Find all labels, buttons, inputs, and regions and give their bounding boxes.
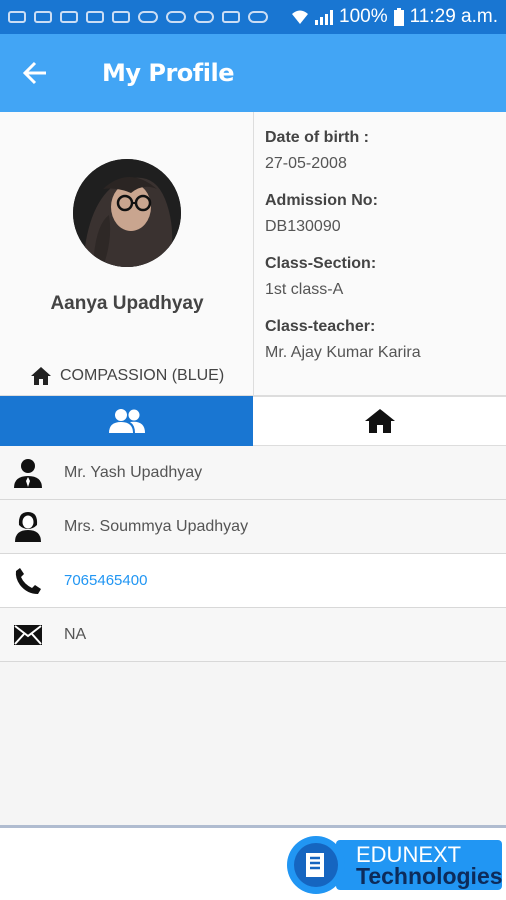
phone-icon xyxy=(15,567,41,594)
signal-icon xyxy=(315,9,334,25)
house-label: COMPASSION (BLUE) xyxy=(30,366,224,386)
admission-label: Admission No: xyxy=(265,192,378,209)
back-arrow-icon xyxy=(22,61,46,85)
wifi-icon xyxy=(292,10,309,24)
home-icon xyxy=(364,409,395,433)
mother-name: Mrs. Soummya Upadhyay xyxy=(64,517,249,535)
father-name: Mr. Yash Upadhyay xyxy=(64,463,203,481)
image-icon xyxy=(60,11,78,23)
list-item: Mr. Yash Upadhyay xyxy=(0,446,506,500)
email-value: NA xyxy=(64,625,87,643)
dob-label: Date of birth : xyxy=(265,129,369,146)
document-icon xyxy=(222,11,240,23)
people-icon xyxy=(108,409,145,433)
bag-icon xyxy=(86,11,104,23)
class-teacher-label: Class-teacher: xyxy=(265,318,376,335)
app-notification-icon xyxy=(166,11,186,23)
home-icon xyxy=(31,367,51,385)
admission-value: DB130090 xyxy=(265,218,341,235)
profile-tabs xyxy=(0,396,506,446)
battery-level: 100% xyxy=(339,6,388,27)
mail-icon xyxy=(14,624,42,645)
flipboard-icon xyxy=(112,11,130,23)
battery-icon xyxy=(393,8,404,26)
phone-number-link[interactable]: 7065465400 xyxy=(64,572,147,589)
page-title: My Profile xyxy=(102,59,234,87)
list-item: Mrs. Soummya Upadhyay xyxy=(0,500,506,554)
profile-card: Aanya Upadhyay COMPASSION (BLUE) Date of… xyxy=(0,112,506,396)
tab-home[interactable] xyxy=(253,396,506,446)
student-name: Aanya Upadhyay xyxy=(50,293,204,314)
notification-icons xyxy=(8,11,268,23)
mother-icon xyxy=(15,511,41,542)
message-icon xyxy=(8,11,26,23)
dob-value: 27-05-2008 xyxy=(265,155,347,172)
footer: EDUNEXT Technologies xyxy=(0,828,506,900)
tab-family[interactable] xyxy=(0,396,253,446)
house-name: COMPASSION (BLUE) xyxy=(60,367,225,384)
list-item: NA xyxy=(0,608,506,662)
profile-details: Date of birth : 27-05-2008 Admission No:… xyxy=(265,126,500,378)
contact-list: Mr. Yash Upadhyay Mrs. Soummya Upadhyay … xyxy=(0,446,506,662)
class-section-label: Class-Section: xyxy=(265,255,377,272)
app-notification-icon xyxy=(138,11,158,23)
class-section-value: 1st class-A xyxy=(265,281,344,298)
app-notification-icon xyxy=(248,11,268,23)
edunext-logo: EDUNEXT Technologies xyxy=(284,836,504,894)
app-notification-icon xyxy=(194,11,214,23)
logo-text-bottom: Technologies xyxy=(356,863,503,889)
usb-icon xyxy=(34,11,52,23)
profile-summary: Aanya Upadhyay COMPASSION (BLUE) xyxy=(0,112,254,396)
app-bar: My Profile xyxy=(0,34,506,112)
class-teacher-value: Mr. Ajay Kumar Karira xyxy=(265,344,421,361)
back-button[interactable] xyxy=(0,34,70,112)
clock: 11:29 a.m. xyxy=(409,6,498,27)
status-bar: 100% 11:29 a.m. xyxy=(0,0,506,34)
father-icon xyxy=(14,458,42,488)
avatar xyxy=(73,159,181,267)
list-item[interactable]: 7065465400 xyxy=(0,554,506,608)
